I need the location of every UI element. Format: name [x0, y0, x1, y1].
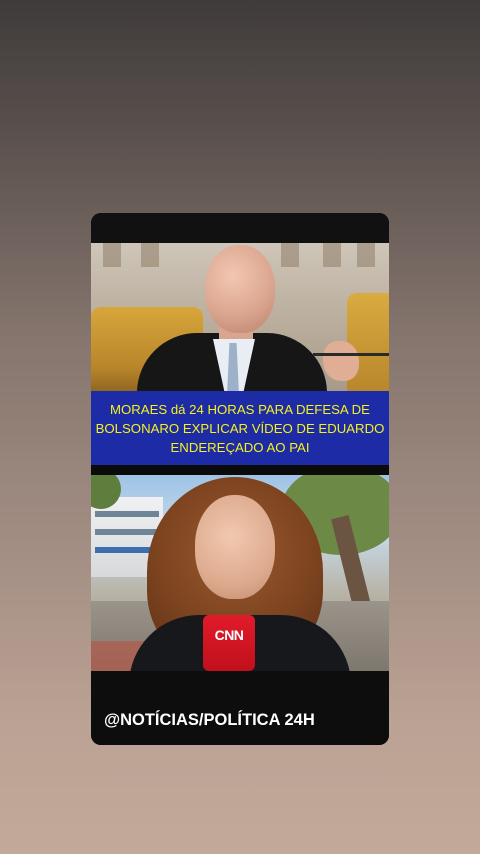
cnn-microphone: CNN: [203, 615, 255, 671]
judge-head: [205, 245, 275, 333]
divider-bar: [91, 465, 389, 475]
reporter-photo: CNN: [91, 475, 389, 671]
story-post-card[interactable]: MORAES dá 24 HORAS PARA DEFESA DE BOLSON…: [91, 213, 389, 745]
reporter-face: [195, 495, 275, 599]
card-footer: @NOTÍCIAS/POLÍTICA 24H: [91, 671, 389, 745]
account-handle[interactable]: @NOTÍCIAS/POLÍTICA 24H: [104, 711, 315, 730]
microphone-arm: [313, 353, 389, 356]
judge-hand: [323, 341, 359, 381]
headline-banner: MORAES dá 24 HORAS PARA DEFESA DE BOLSON…: [91, 391, 389, 465]
mic-flag-logo: CNN: [214, 627, 244, 643]
headline-text: MORAES dá 24 HORAS PARA DEFESA DE BOLSON…: [95, 401, 385, 455]
card-top-bar: [91, 213, 389, 243]
courtroom-photo: [91, 243, 389, 391]
